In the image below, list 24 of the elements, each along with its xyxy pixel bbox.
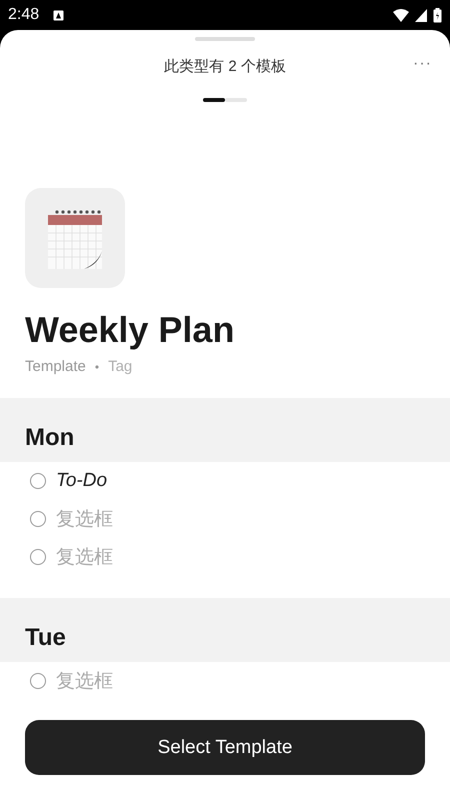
separator-dot: •: [94, 359, 100, 376]
checkbox[interactable]: [30, 673, 46, 689]
wifi-icon: [393, 8, 409, 22]
notification-icon: [53, 10, 64, 20]
todo-text: 复选框: [56, 670, 113, 694]
template-type: Template: [25, 358, 86, 376]
page-indicator[interactable]: [203, 98, 225, 102]
sheet-title: 此类型有 2 个模板: [164, 56, 286, 76]
template-title: Weekly Plan: [25, 308, 236, 352]
checkbox[interactable]: [30, 473, 46, 489]
day-title: Mon: [25, 424, 74, 452]
clock-time: 2:48: [8, 6, 40, 24]
signal-icon: [415, 8, 427, 22]
battery-icon: [433, 8, 442, 22]
day-title: Tue: [25, 624, 66, 652]
drag-handle[interactable]: [195, 37, 255, 41]
select-template-button[interactable]: Select Template: [25, 720, 425, 775]
todo-text: 复选框: [56, 546, 113, 570]
checkbox[interactable]: [30, 549, 46, 565]
todo-text: To-Do: [56, 470, 108, 492]
more-button[interactable]: ···: [413, 55, 432, 73]
tag-label: Tag: [108, 358, 132, 376]
checkbox[interactable]: [30, 511, 46, 527]
todo-text: 复选框: [56, 508, 113, 532]
